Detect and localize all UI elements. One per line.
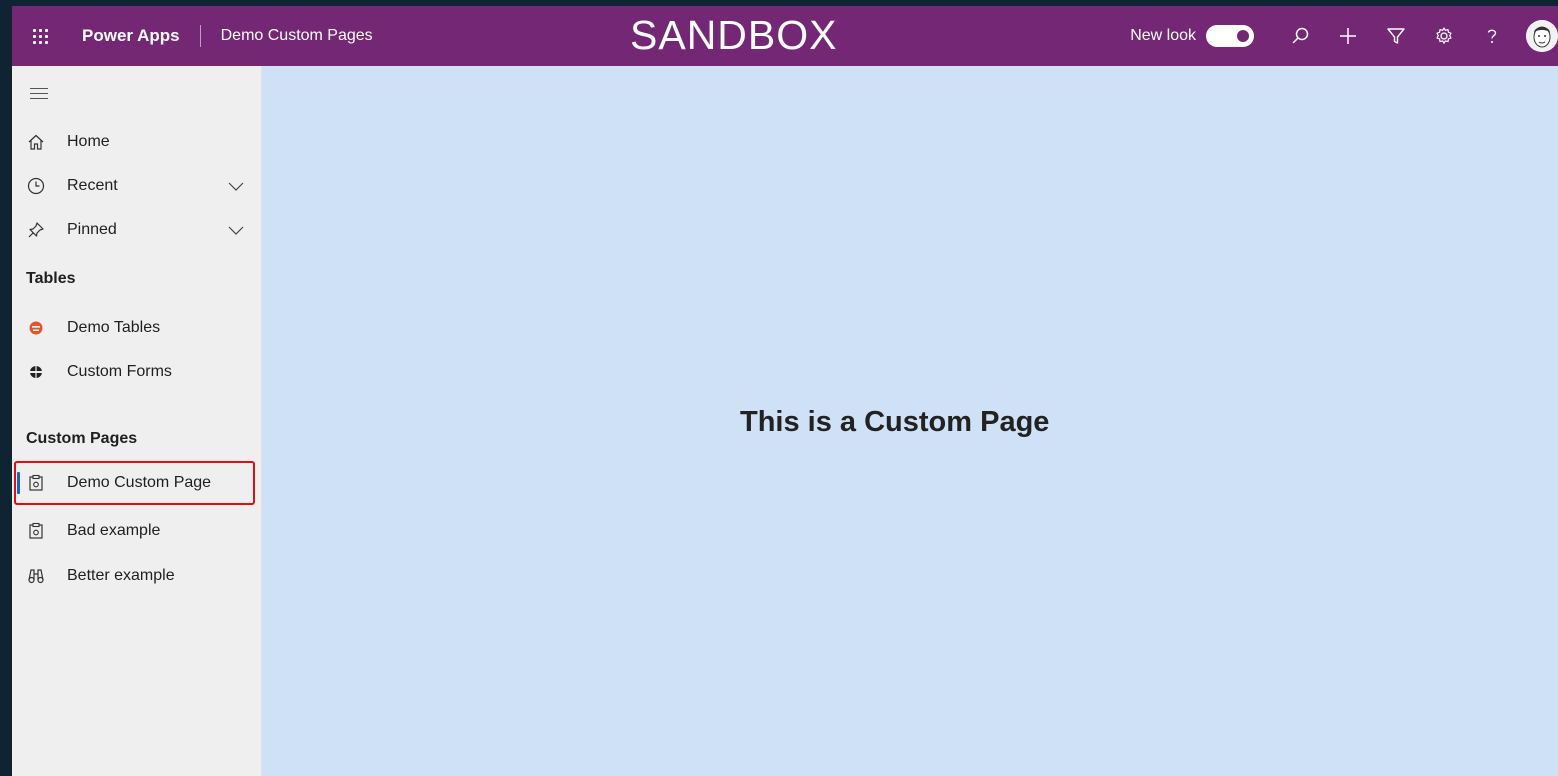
settings-button[interactable] <box>1424 6 1464 66</box>
nav-item-label: Bad example <box>67 522 161 539</box>
sandbox-banner: SANDBOX <box>630 12 838 58</box>
header-actions: New look <box>1130 6 1558 66</box>
new-button[interactable] <box>1328 6 1368 66</box>
page-heading: This is a Custom Page <box>740 406 1050 438</box>
group-title-custom-pages: Custom Pages <box>26 430 138 447</box>
collapse-nav-button[interactable] <box>30 88 48 103</box>
binoculars-icon <box>27 567 45 585</box>
nav-item-custom-forms[interactable]: Custom Forms <box>12 352 259 392</box>
custom-page-canvas: This is a Custom Page <box>262 66 1558 776</box>
clock-icon <box>27 177 45 195</box>
home-icon <box>27 133 45 151</box>
app-name[interactable]: Power Apps <box>82 26 180 46</box>
sitemap-sidebar: Home Recent Pinned Tables Demo Tables Cu… <box>12 66 262 776</box>
plus-icon <box>1340 28 1356 44</box>
group-title-tables: Tables <box>26 270 76 287</box>
emoji-icon <box>27 319 45 337</box>
help-button[interactable] <box>1472 6 1512 66</box>
avatar-face-icon <box>1526 20 1558 52</box>
pin-icon <box>27 221 45 239</box>
nav-item-label: Recent <box>67 177 118 194</box>
nav-item-demo-tables[interactable]: Demo Tables <box>12 308 259 348</box>
chevron-down-icon[interactable] <box>227 221 245 244</box>
nav-item-label: Demo Tables <box>67 319 161 336</box>
question-icon <box>1487 29 1497 43</box>
new-look-toggle[interactable] <box>1206 25 1254 47</box>
top-bar: Power Apps Demo Custom Pages SANDBOX New… <box>12 6 1558 66</box>
nav-item-recent[interactable]: Recent <box>12 166 259 206</box>
environment-name[interactable]: Demo Custom Pages <box>221 27 373 45</box>
header-divider <box>199 25 201 47</box>
user-avatar[interactable] <box>1526 20 1558 52</box>
gear-icon <box>1436 27 1452 44</box>
search-button[interactable] <box>1280 6 1320 66</box>
app-launcher-button[interactable] <box>12 6 68 66</box>
chevron-down-icon[interactable] <box>227 177 245 200</box>
globe-icon <box>27 363 45 381</box>
nav-item-label: Pinned <box>67 221 117 238</box>
nav-item-home[interactable]: Home <box>12 122 259 162</box>
custom-page-icon <box>27 522 45 540</box>
nav-item-better-example[interactable]: Better example <box>12 556 259 596</box>
nav-item-label: Better example <box>67 567 175 584</box>
nav-item-bad-example[interactable]: Bad example <box>12 511 259 551</box>
nav-item-demo-custom-page[interactable]: Demo Custom Page <box>12 463 259 503</box>
nav-item-label: Custom Forms <box>67 363 172 380</box>
nav-item-pinned[interactable]: Pinned <box>12 210 259 250</box>
nav-item-label: Demo Custom Page <box>67 474 212 491</box>
app-frame: Power Apps Demo Custom Pages SANDBOX New… <box>12 6 1558 776</box>
filter-button[interactable] <box>1376 6 1416 66</box>
search-icon <box>1292 27 1309 44</box>
nav-item-label: Home <box>67 133 110 150</box>
custom-page-icon <box>27 474 45 492</box>
new-look-label: New look <box>1130 27 1196 44</box>
waffle-icon <box>32 28 48 44</box>
filter-icon <box>1387 28 1405 44</box>
